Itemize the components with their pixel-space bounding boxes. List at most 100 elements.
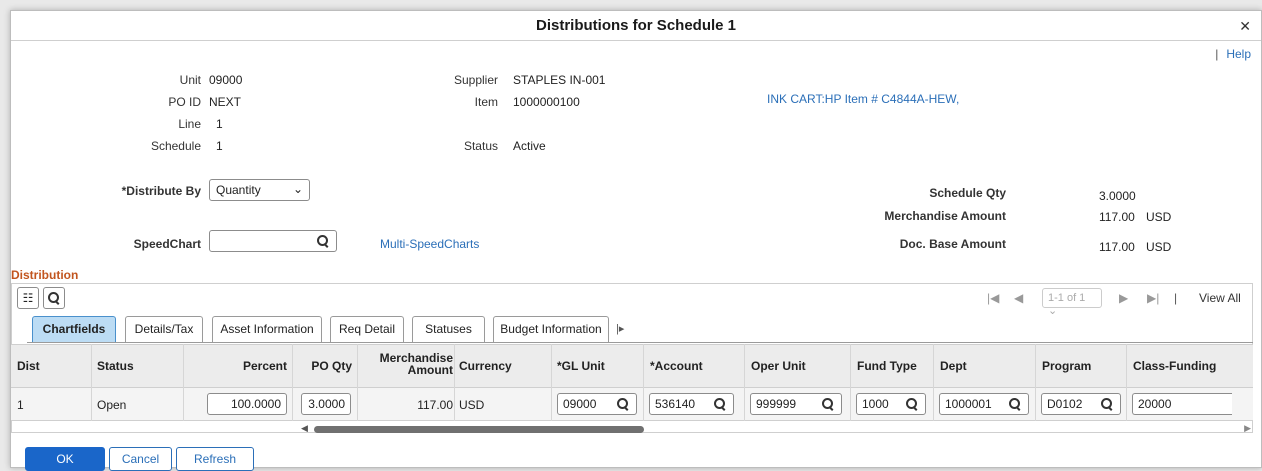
refresh-button[interactable]: Refresh bbox=[176, 447, 254, 471]
merch-currency: USD bbox=[1146, 210, 1172, 224]
first-page-icon[interactable]: |◀ bbox=[987, 291, 999, 305]
help-link[interactable]: Help bbox=[1226, 47, 1251, 61]
search-icon[interactable] bbox=[822, 398, 834, 410]
oper-unit-input[interactable]: 999999 bbox=[750, 393, 842, 415]
distribution-section-title: Distribution bbox=[11, 268, 79, 282]
view-all-link[interactable]: View All bbox=[1199, 291, 1241, 305]
class-funding-input[interactable]: 20000 bbox=[1132, 393, 1232, 415]
horizontal-scrollbar[interactable]: ◀ ▶ bbox=[301, 423, 1251, 435]
tab-budget-information[interactable]: Budget Information bbox=[493, 316, 609, 342]
personalize-icon[interactable]: ☷ bbox=[17, 287, 39, 309]
col-program: Program bbox=[1042, 359, 1092, 373]
cell-dist: 1 bbox=[17, 398, 24, 412]
supplier-label: Supplier bbox=[453, 73, 498, 87]
find-icon[interactable] bbox=[43, 287, 65, 309]
gl-unit-input[interactable]: 09000 bbox=[557, 393, 637, 415]
dept-input[interactable]: 1000001 bbox=[939, 393, 1029, 415]
program-input[interactable]: D0102 bbox=[1041, 393, 1121, 415]
tab-chartfields[interactable]: Chartfields bbox=[32, 316, 116, 342]
modal-title: Distributions for Schedule 1 bbox=[535, 17, 737, 34]
account-input[interactable]: 536140 bbox=[649, 393, 734, 415]
col-divider bbox=[1035, 344, 1036, 421]
gl-unit-value: 09000 bbox=[563, 397, 597, 411]
tab-underline bbox=[27, 342, 1253, 343]
unit-value: 09000 bbox=[209, 73, 243, 87]
merch-amount-label: Merchandise Amount bbox=[884, 209, 1006, 223]
close-icon[interactable]: ✕ bbox=[1239, 18, 1251, 35]
percent-input[interactable]: 100.0000 bbox=[207, 393, 287, 415]
search-icon[interactable] bbox=[906, 398, 918, 410]
row-range-value: 1-1 of 1 bbox=[1048, 292, 1086, 304]
col-divider bbox=[933, 344, 934, 421]
cell-status: Open bbox=[97, 398, 127, 412]
schedule-qty-value: 3.0000 bbox=[1099, 189, 1136, 203]
schedule-value: 1 bbox=[216, 139, 223, 153]
poid-label: PO ID bbox=[168, 95, 201, 109]
pager-separator: | bbox=[1174, 291, 1178, 305]
poid-value: NEXT bbox=[209, 95, 242, 109]
col-percent: Percent bbox=[242, 359, 287, 373]
search-icon[interactable] bbox=[714, 398, 726, 410]
scrollbar-thumb[interactable] bbox=[314, 426, 644, 433]
tab-statuses[interactable]: Statuses bbox=[412, 316, 485, 342]
col-divider bbox=[91, 344, 92, 421]
distribute-by-select[interactable]: Quantity ⌄ bbox=[209, 179, 310, 201]
search-icon[interactable] bbox=[1101, 398, 1113, 410]
cell-merchandise-amount: 117.00 bbox=[417, 398, 453, 412]
speedchart-input[interactable] bbox=[209, 230, 337, 252]
scroll-left-icon[interactable]: ◀ bbox=[301, 423, 308, 434]
col-fund-type: Fund Type bbox=[857, 359, 917, 373]
col-divider bbox=[454, 344, 455, 421]
col-currency: Currency bbox=[459, 359, 512, 373]
scroll-right-icon[interactable]: ▶ bbox=[1244, 423, 1251, 434]
col-divider bbox=[1126, 344, 1127, 421]
schedule-qty-label: Schedule Qty bbox=[929, 186, 1006, 200]
col-dist: Dist bbox=[17, 359, 40, 373]
tab-req-detail[interactable]: Req Detail bbox=[330, 316, 404, 342]
status-value: Active bbox=[513, 139, 546, 153]
line-label: Line bbox=[178, 117, 201, 131]
col-divider bbox=[643, 344, 644, 421]
chevron-down-icon: ⌄ bbox=[292, 182, 303, 196]
col-status: Status bbox=[97, 359, 134, 373]
merch-amount-value: 117.00 bbox=[1099, 210, 1135, 224]
col-dept: Dept bbox=[940, 359, 967, 373]
col-merchandise-amount: Merchandise Amount bbox=[361, 344, 453, 388]
cell-currency: USD bbox=[459, 398, 485, 412]
help-area: | Help bbox=[1215, 47, 1251, 61]
distribute-by-label: *Distribute By bbox=[121, 184, 201, 198]
next-page-icon[interactable]: ▶ bbox=[1119, 291, 1128, 305]
col-divider bbox=[183, 344, 184, 421]
tab-asset-information[interactable]: Asset Information bbox=[212, 316, 322, 342]
program-value: D0102 bbox=[1047, 397, 1083, 411]
doc-base-label: Doc. Base Amount bbox=[899, 237, 1006, 251]
col-class-funding: Class-Funding bbox=[1133, 359, 1217, 373]
search-icon[interactable] bbox=[317, 235, 329, 247]
multi-speedcharts-link[interactable]: Multi-SpeedCharts bbox=[380, 237, 479, 251]
fund-type-input[interactable]: 1000 bbox=[856, 393, 926, 415]
col-po-qty: PO Qty bbox=[311, 359, 352, 373]
item-description-link[interactable]: INK CART:HP Item # C4844A-HEW, bbox=[767, 92, 959, 106]
po-qty-input[interactable]: 3.0000 bbox=[301, 393, 351, 415]
ok-button[interactable]: OK bbox=[25, 447, 105, 471]
col-divider bbox=[744, 344, 745, 421]
cancel-button[interactable]: Cancel bbox=[109, 447, 172, 471]
prev-page-icon[interactable]: ◀ bbox=[1014, 291, 1023, 305]
tab-details-tax[interactable]: Details/Tax bbox=[125, 316, 203, 342]
row-range-select[interactable]: 1-1 of 1 ⌄ bbox=[1042, 288, 1102, 317]
line-value: 1 bbox=[216, 117, 223, 131]
distributions-modal: Distributions for Schedule 1 ✕ | Help Uni… bbox=[10, 10, 1262, 471]
col-divider bbox=[850, 344, 851, 421]
show-all-columns-icon[interactable]: |▸ bbox=[616, 322, 624, 335]
fund-type-value: 1000 bbox=[862, 397, 889, 411]
last-page-icon[interactable]: ▶| bbox=[1147, 291, 1159, 305]
oper-unit-value: 999999 bbox=[756, 397, 797, 411]
col-divider bbox=[551, 344, 552, 421]
col-oper-unit: Oper Unit bbox=[751, 359, 806, 373]
speedchart-label: SpeedChart bbox=[133, 237, 201, 251]
distribute-by-value: Quantity bbox=[216, 183, 261, 197]
search-icon[interactable] bbox=[1009, 398, 1021, 410]
search-icon[interactable] bbox=[617, 398, 629, 410]
account-value: 536140 bbox=[655, 397, 696, 411]
schedule-label: Schedule bbox=[150, 139, 201, 153]
